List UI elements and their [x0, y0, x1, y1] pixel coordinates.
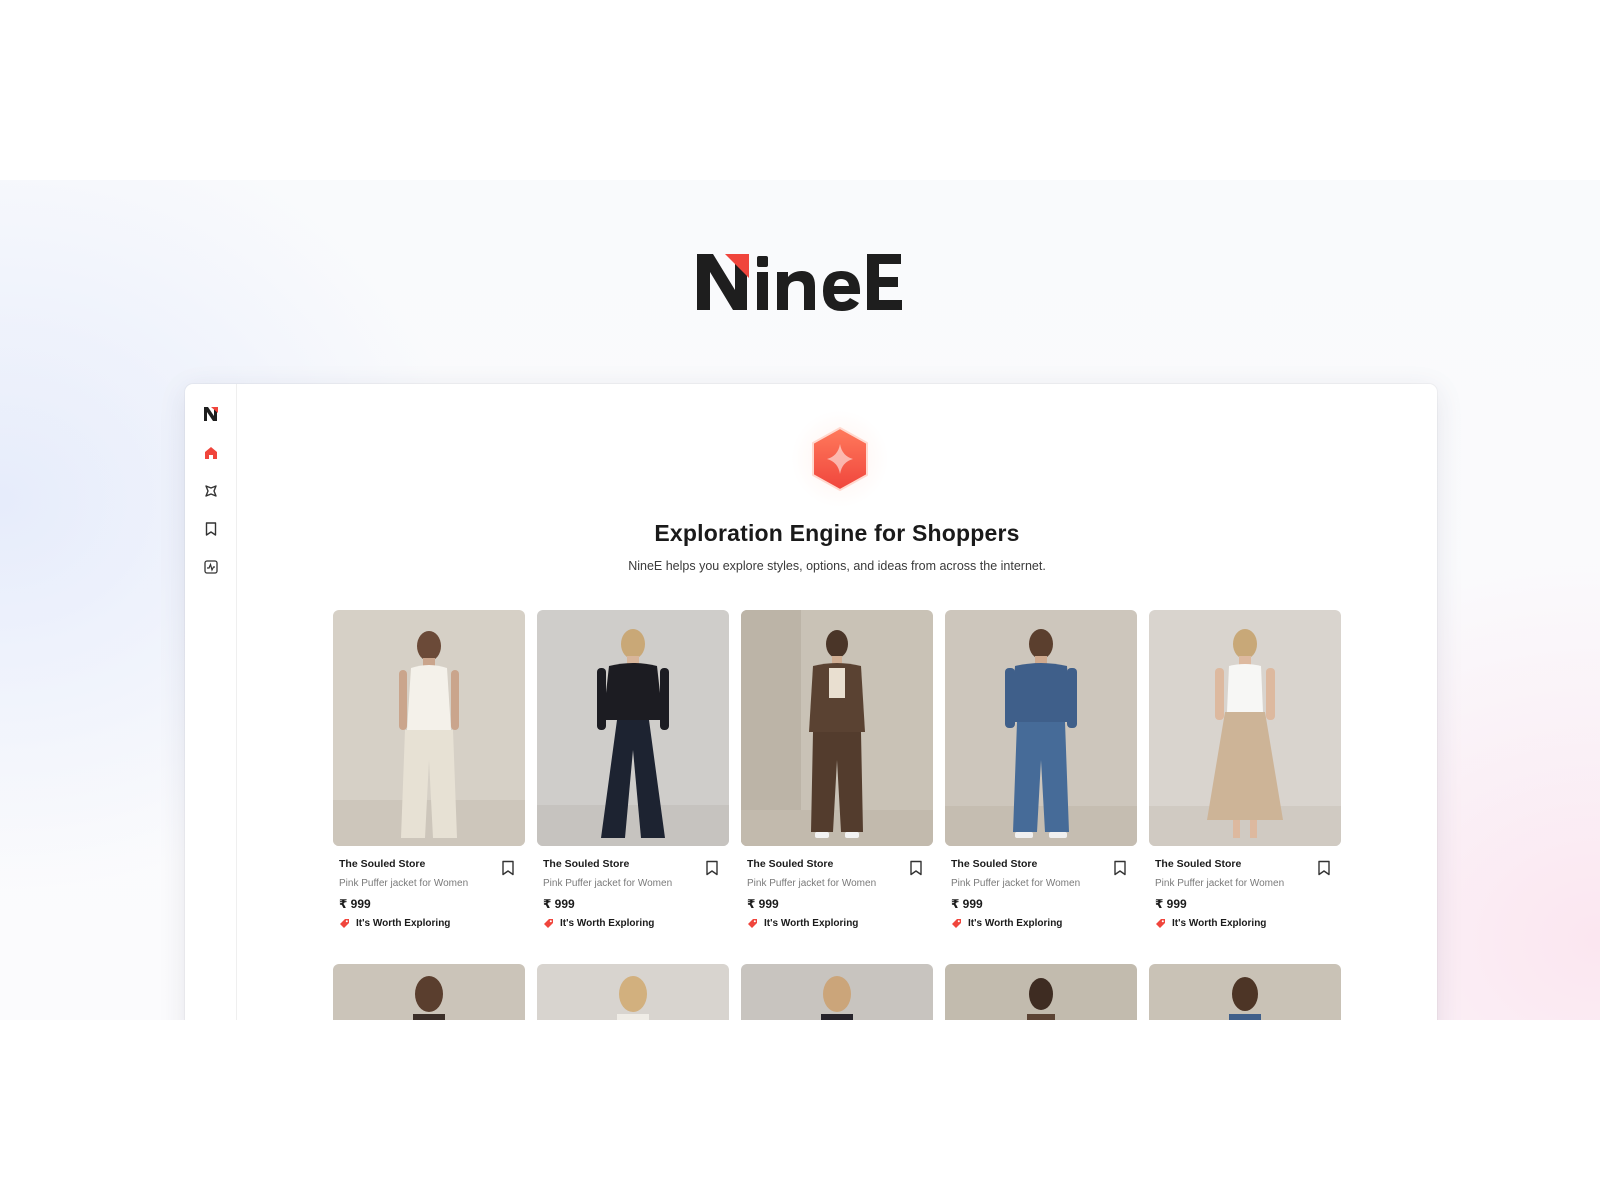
- store-name: The Souled Store: [951, 858, 1038, 870]
- page-title: Exploration Engine for Shoppers: [654, 520, 1020, 546]
- product-image[interactable]: [537, 610, 729, 846]
- tag-label: It's Worth Exploring: [560, 918, 655, 929]
- product-price: ₹ 999: [1155, 897, 1187, 911]
- product-name[interactable]: Pink Puffer jacket for Women: [543, 878, 723, 889]
- sparkle-hexagon-icon: [791, 410, 889, 508]
- brand-logo: [0, 250, 1600, 314]
- worth-exploring-tag: It's Worth Exploring: [339, 918, 519, 929]
- product-image[interactable]: [741, 964, 933, 1020]
- tag-icon: [544, 919, 553, 928]
- store-name: The Souled Store: [747, 858, 834, 870]
- tag-label: It's Worth Exploring: [1172, 918, 1267, 929]
- product-price: ₹ 999: [543, 897, 575, 911]
- product-card[interactable]: The Souled Store Pink Puffer jacket for …: [945, 610, 1137, 929]
- tag-icon: [748, 919, 757, 928]
- product-name[interactable]: Pink Puffer jacket for Women: [1155, 878, 1335, 889]
- worth-exploring-tag: It's Worth Exploring: [747, 918, 927, 929]
- store-name: The Souled Store: [339, 858, 426, 870]
- product-price: ₹ 999: [339, 897, 371, 911]
- product-image[interactable]: [945, 610, 1137, 846]
- product-price: ₹ 999: [951, 897, 983, 911]
- home-icon[interactable]: [199, 441, 223, 465]
- product-card[interactable]: [537, 964, 729, 1020]
- product-card[interactable]: The Souled Store Pink Puffer jacket for …: [537, 610, 729, 929]
- tag-icon: [952, 919, 961, 928]
- product-image[interactable]: [333, 610, 525, 846]
- worth-exploring-tag: It's Worth Exploring: [951, 918, 1131, 929]
- bookmark-icon[interactable]: [1317, 860, 1331, 876]
- sparkle-icon[interactable]: [199, 479, 223, 503]
- logo-mark-icon[interactable]: [199, 402, 223, 426]
- page-subtitle: NineE helps you explore styles, options,…: [628, 559, 1046, 573]
- product-card[interactable]: [741, 964, 933, 1020]
- tag-label: It's Worth Exploring: [968, 918, 1063, 929]
- product-image[interactable]: [1149, 610, 1341, 846]
- bookmark-icon[interactable]: [1113, 860, 1127, 876]
- app-window: Exploration Engine for Shoppers NineE he…: [185, 384, 1437, 1020]
- bookmark-icon[interactable]: [909, 860, 923, 876]
- background-band: Exploration Engine for Shoppers NineE he…: [0, 180, 1600, 1020]
- product-card[interactable]: The Souled Store Pink Puffer jacket for …: [741, 610, 933, 929]
- product-card[interactable]: [945, 964, 1137, 1020]
- product-price: ₹ 999: [747, 897, 779, 911]
- bookmark-icon[interactable]: [705, 860, 719, 876]
- product-image[interactable]: [741, 610, 933, 846]
- product-card[interactable]: [1149, 964, 1341, 1020]
- product-name[interactable]: Pink Puffer jacket for Women: [339, 878, 519, 889]
- worth-exploring-tag: It's Worth Exploring: [1155, 918, 1335, 929]
- bookmark-icon[interactable]: [501, 860, 515, 876]
- sidebar: [185, 384, 237, 1020]
- product-image[interactable]: [537, 964, 729, 1020]
- store-name: The Souled Store: [543, 858, 630, 870]
- tag-label: It's Worth Exploring: [356, 918, 451, 929]
- product-image[interactable]: [333, 964, 525, 1020]
- product-name[interactable]: Pink Puffer jacket for Women: [951, 878, 1131, 889]
- ninee-wordmark: [697, 254, 902, 311]
- product-card[interactable]: The Souled Store Pink Puffer jacket for …: [333, 610, 525, 929]
- product-name[interactable]: Pink Puffer jacket for Women: [747, 878, 927, 889]
- bookmark-icon[interactable]: [199, 517, 223, 541]
- store-name: The Souled Store: [1155, 858, 1242, 870]
- product-image[interactable]: [945, 964, 1137, 1020]
- product-card[interactable]: The Souled Store Pink Puffer jacket for …: [1149, 610, 1341, 929]
- tag-icon: [340, 919, 349, 928]
- main-content: Exploration Engine for Shoppers NineE he…: [237, 384, 1437, 1020]
- product-card[interactable]: [333, 964, 525, 1020]
- tag-icon: [1156, 919, 1165, 928]
- activity-icon[interactable]: [199, 555, 223, 579]
- product-image[interactable]: [1149, 964, 1341, 1020]
- tag-label: It's Worth Exploring: [764, 918, 859, 929]
- worth-exploring-tag: It's Worth Exploring: [543, 918, 723, 929]
